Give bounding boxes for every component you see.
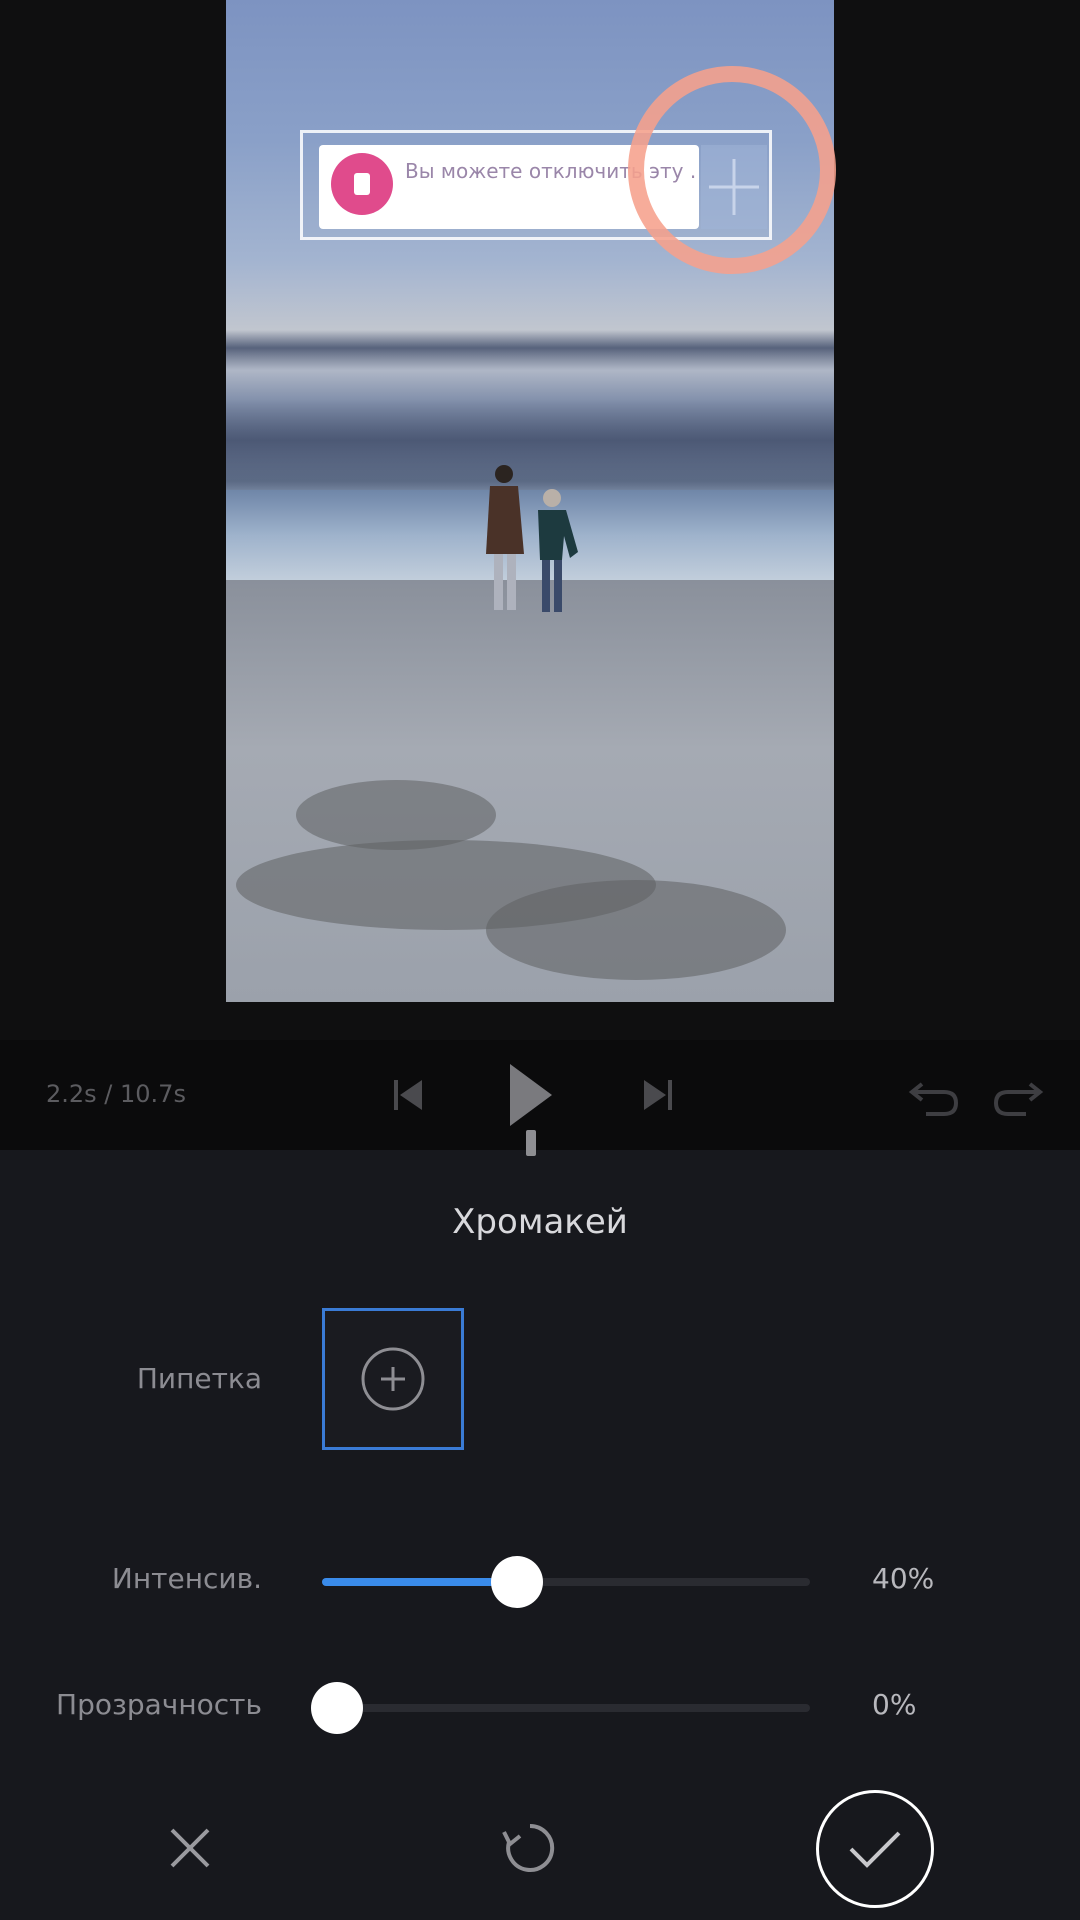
panel-title: Хромакей (452, 1202, 628, 1242)
cloud-layer (226, 330, 834, 370)
skip-back-icon[interactable] (388, 1070, 428, 1120)
confirm-button[interactable] (816, 1790, 934, 1908)
playback-bar: 2.2s / 10.7s (0, 1040, 1080, 1150)
close-icon (170, 1828, 210, 1868)
intensity-slider-fill (322, 1578, 518, 1586)
reset-icon (502, 1823, 555, 1872)
preview-area: Вы можете отключить эту ... (0, 0, 1080, 1040)
intensity-label: Интенсив. (111, 1562, 262, 1595)
intensity-value: 40% (872, 1562, 935, 1595)
highlight-ring (628, 66, 836, 274)
people-figure (486, 465, 578, 612)
check-icon (849, 1831, 901, 1868)
shadow-label: Прозрачность (56, 1688, 262, 1721)
eyedropper-icon (361, 1347, 425, 1411)
eyedropper-button[interactable] (322, 1308, 464, 1450)
chroma-key-panel (0, 1150, 1080, 1920)
shadow-value: 0% (872, 1688, 917, 1721)
brand-logo-icon (331, 153, 393, 215)
intensity-slider-thumb[interactable] (491, 1556, 544, 1608)
undo-icon[interactable] (906, 1070, 962, 1120)
shadow-slider-thumb[interactable] (310, 1682, 363, 1734)
intensity-slider[interactable] (322, 1556, 810, 1608)
play-icon[interactable] (506, 1060, 556, 1130)
time-label: 2.2s / 10.7s (46, 1080, 186, 1108)
playhead[interactable] (526, 1130, 536, 1156)
shadow-slider[interactable] (310, 1682, 810, 1734)
cancel-button[interactable] (150, 1808, 230, 1888)
seaweed-patch (486, 880, 786, 980)
redo-icon[interactable] (990, 1070, 1046, 1120)
reset-button[interactable] (490, 1808, 570, 1888)
eyedropper-label: Пипетка (136, 1362, 262, 1395)
skip-forward-icon[interactable] (638, 1070, 678, 1120)
